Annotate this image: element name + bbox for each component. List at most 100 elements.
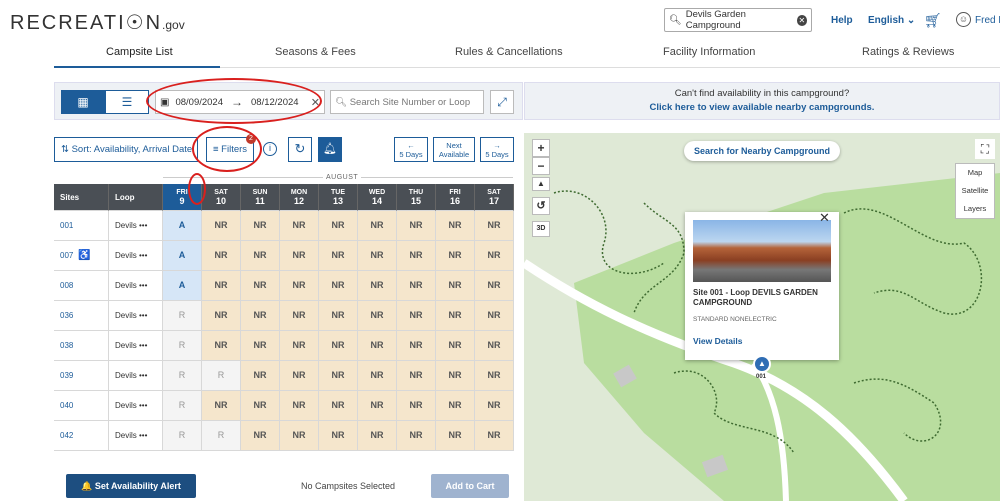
map-type-layers[interactable]: Layers <box>956 200 994 218</box>
availability-cell: NR <box>241 271 280 301</box>
availability-cell[interactable]: A <box>163 241 202 271</box>
recreation-logo[interactable]: RECREATI☉N.gov <box>10 10 185 35</box>
tab-campsite-list[interactable]: Campsite List <box>106 46 173 58</box>
sites-column-header[interactable]: Sites <box>54 184 109 211</box>
expand-button[interactable]: ⤢ <box>490 90 514 114</box>
set-availability-alert-button[interactable]: 🔔 Set Availability Alert <box>66 474 196 498</box>
availability-cell[interactable]: A <box>163 271 202 301</box>
popup-title: Site 001 - Loop DEVILS GARDEN CAMPGROUND <box>693 288 818 307</box>
day-column-header[interactable]: TUE 13 <box>319 184 358 211</box>
availability-cell: NR <box>241 331 280 361</box>
loop-name[interactable]: Devils ••• <box>109 211 163 241</box>
availability-cell: NR <box>358 301 397 331</box>
site-number-link[interactable]: 039 <box>54 361 109 391</box>
map-type-satellite[interactable]: Satellite <box>956 182 994 200</box>
site-number-link[interactable]: 008 <box>54 271 109 301</box>
map-type-map[interactable]: Map <box>956 164 994 182</box>
availability-cell: NR <box>358 421 397 451</box>
sort-button[interactable]: ⇅ Sort: Availability, Arrival Date <box>54 137 198 162</box>
day-column-header[interactable]: SUN 11 <box>241 184 280 211</box>
user-icon[interactable]: ☺ <box>956 12 971 27</box>
availability-cell: NR <box>436 361 475 391</box>
loop-name[interactable]: Devils ••• <box>109 361 163 391</box>
close-icon[interactable]: ✕ <box>819 210 830 226</box>
campsite-marker-icon[interactable]: ▲ <box>753 355 771 373</box>
grid-view-button[interactable]: ▦ <box>61 90 105 114</box>
site-number-link[interactable]: 040 <box>54 391 109 421</box>
grid-header-row: Sites Loop FRI 9 SAT 10 SUN 11 MON 12 TUE 13 WED 14 TH… <box>54 184 514 211</box>
tab-ratings-reviews[interactable]: Ratings & Reviews <box>862 46 954 58</box>
end-date[interactable]: 08/12/2024 <box>251 97 299 108</box>
site-number-link[interactable]: 038 <box>54 331 109 361</box>
tab-facility-information[interactable]: Facility Information <box>663 46 755 58</box>
day-column-header[interactable]: FRI 9 <box>163 184 202 211</box>
site-number-link[interactable]: 042 <box>54 421 109 451</box>
site-number: 007 <box>60 251 74 260</box>
table-row: 039 Devils ••• R R NR NR NR NR NR NR NR <box>54 361 514 391</box>
refresh-button[interactable]: ↻ <box>288 137 312 162</box>
day-column-header[interactable]: SAT 17 <box>475 184 514 211</box>
start-date[interactable]: 08/09/2024 <box>175 97 223 108</box>
loop-name[interactable]: Devils ••• <box>109 391 163 421</box>
site-number-link[interactable]: 007 ♿ <box>54 241 109 271</box>
site-number: 036 <box>60 311 74 320</box>
availability-cell: NR <box>475 421 514 451</box>
rotate-icon[interactable]: ↺ <box>532 197 550 215</box>
zoom-in-button[interactable]: + <box>532 139 550 157</box>
site-search-input[interactable]: 🔍︎ Search Site Number or Loop <box>330 90 484 114</box>
day-column-header[interactable]: THU 15 <box>397 184 436 211</box>
marker-label: 001 <box>756 374 767 380</box>
clear-search-icon[interactable]: ✕ <box>796 14 807 26</box>
availability-cell: NR <box>358 211 397 241</box>
user-menu[interactable]: Fred H <box>975 15 1000 26</box>
clear-dates-icon[interactable]: ✕ <box>311 96 320 109</box>
next-available-button[interactable]: Next Available <box>433 137 475 162</box>
help-link[interactable]: Help <box>831 15 853 26</box>
info-icon[interactable]: i <box>263 142 277 156</box>
selection-status: No Campsites Selected <box>301 481 396 491</box>
fullscreen-icon[interactable]: ⛶ <box>975 139 995 159</box>
availability-cell: NR <box>358 271 397 301</box>
list-view-button[interactable]: ☰ <box>105 90 149 114</box>
view-details-link[interactable]: View Details <box>693 336 742 346</box>
availability-cell[interactable]: A <box>163 211 202 241</box>
nearby-link[interactable]: Click here to view available nearby camp… <box>525 102 999 113</box>
day-column-header[interactable]: MON 12 <box>280 184 319 211</box>
loop-name[interactable]: Devils ••• <box>109 301 163 331</box>
availability-cell: NR <box>280 301 319 331</box>
search-icon: 🔍︎ <box>335 97 348 108</box>
day-column-header[interactable]: FRI 16 <box>436 184 475 211</box>
availability-cell: NR <box>475 391 514 421</box>
tab-rules-cancellations[interactable]: Rules & Cancellations <box>455 46 563 58</box>
loop-name[interactable]: Devils ••• <box>109 271 163 301</box>
loop-name[interactable]: Devils ••• <box>109 421 163 451</box>
previous-5-days-button[interactable]: ← 5 Days <box>394 137 428 162</box>
next-5-days-button[interactable]: → 5 Days <box>480 137 514 162</box>
compass-icon[interactable]: ▲ <box>532 177 550 191</box>
day-column-header[interactable]: SAT 10 <box>202 184 241 211</box>
availability-cell: NR <box>319 391 358 421</box>
loop-name[interactable]: Devils ••• <box>109 241 163 271</box>
availability-cell: NR <box>319 361 358 391</box>
add-to-cart-button[interactable]: Add to Cart <box>431 474 509 498</box>
availability-cell: NR <box>397 421 436 451</box>
zoom-out-button[interactable]: − <box>532 157 550 175</box>
day-column-header[interactable]: WED 14 <box>358 184 397 211</box>
header-search-input[interactable]: 🔍︎ Devils Garden Campground ✕ <box>664 8 812 32</box>
table-row: 040 Devils ••• R NR NR NR NR NR NR NR NR <box>54 391 514 421</box>
site-number-link[interactable]: 036 <box>54 301 109 331</box>
availability-cell: NR <box>280 361 319 391</box>
loop-column-header[interactable]: Loop <box>109 184 163 211</box>
next-label: Next <box>446 141 462 150</box>
loop-name[interactable]: Devils ••• <box>109 331 163 361</box>
language-select[interactable]: English ⌄ <box>868 15 915 26</box>
availability-cell: NR <box>358 241 397 271</box>
3d-toggle[interactable]: 3D <box>532 221 550 237</box>
tab-seasons-fees[interactable]: Seasons & Fees <box>275 46 356 58</box>
search-nearby-button[interactable]: Search for Nearby Campground <box>684 141 840 161</box>
availability-alert-button[interactable]: 🔔︎ <box>318 137 342 162</box>
site-number-link[interactable]: 001 <box>54 211 109 241</box>
campground-map[interactable]: + − ▲ ↺ 3D Search for Nearby Campground … <box>524 133 1000 501</box>
cart-icon[interactable]: 🛒︎ <box>924 12 942 29</box>
date-range-picker[interactable]: ▣ 08/09/2024 → 08/12/2024 ✕ <box>155 90 325 114</box>
